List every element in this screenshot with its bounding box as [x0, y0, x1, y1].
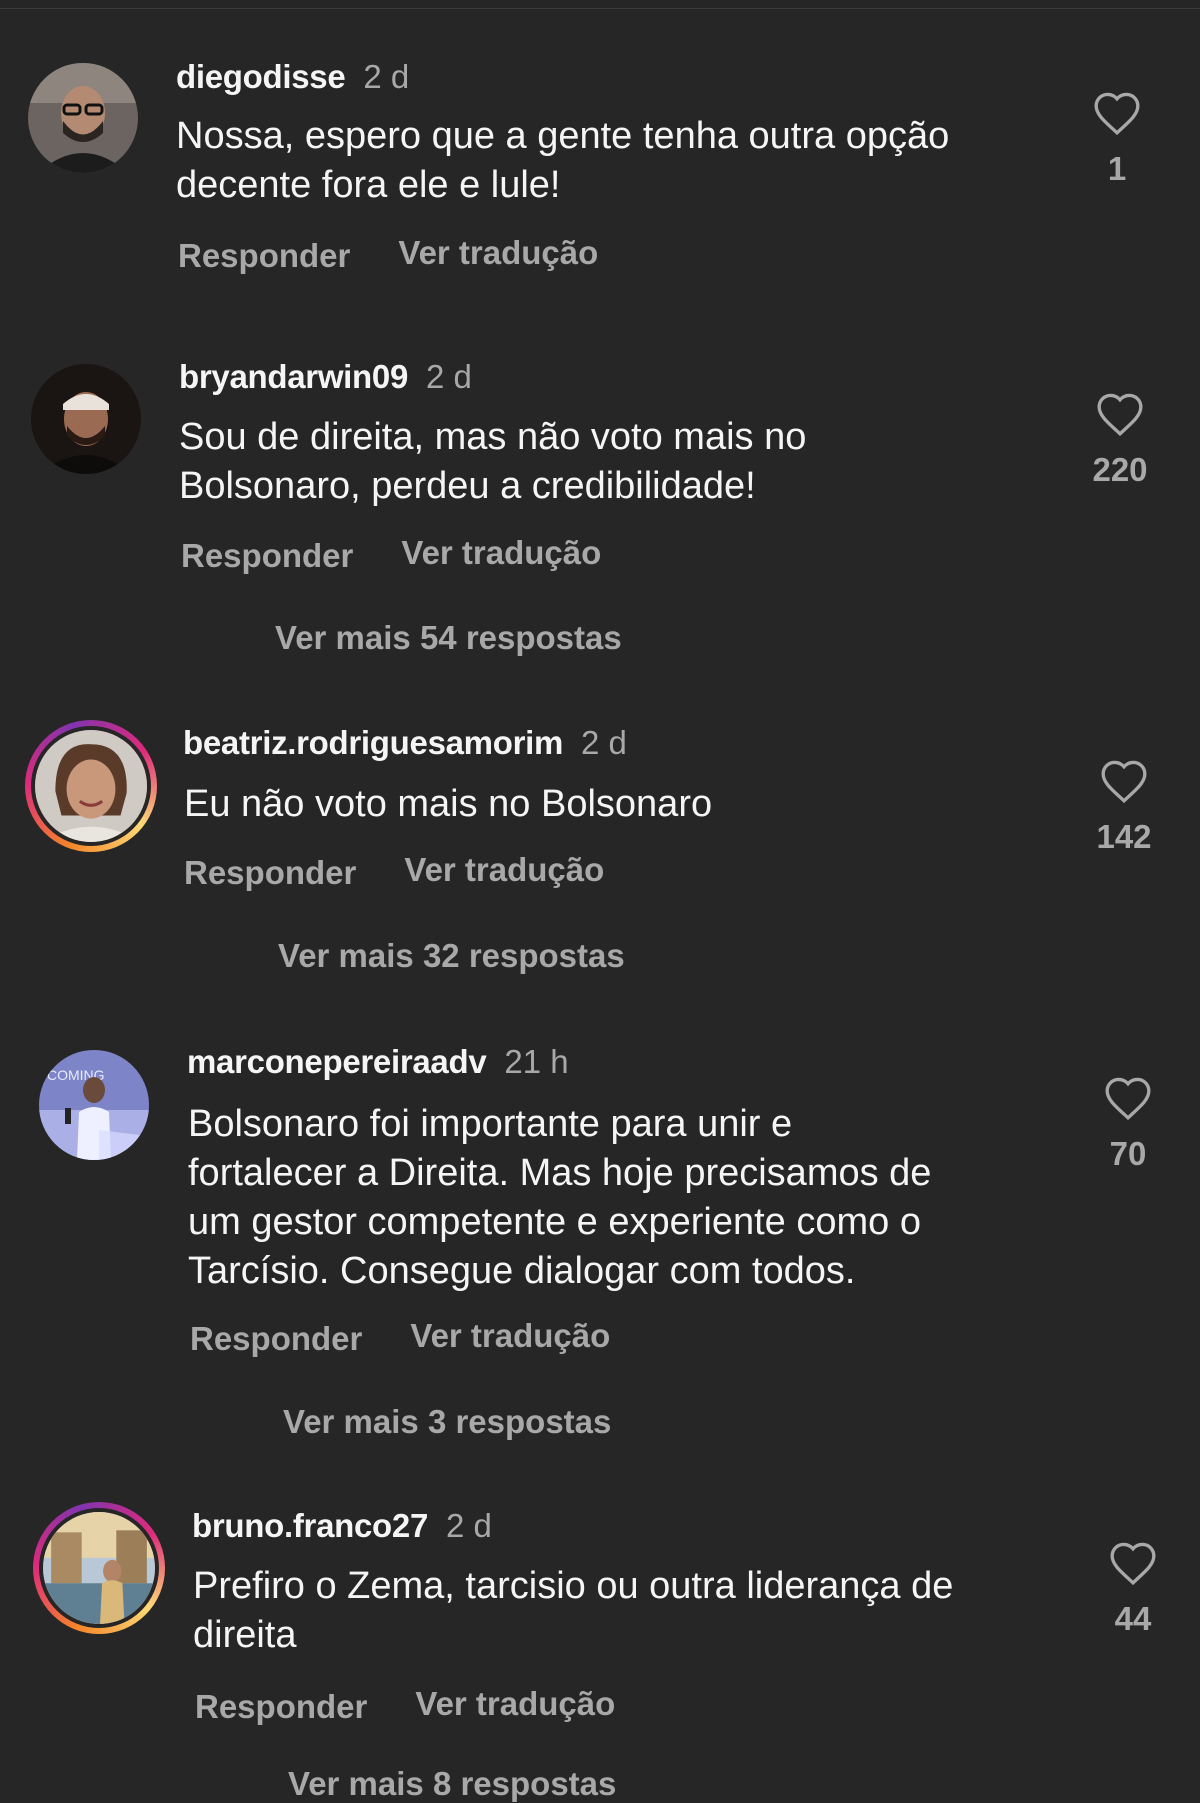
avatar-photo: COMING: [39, 1050, 149, 1160]
comment-username[interactable]: diegodisse: [176, 58, 346, 95]
translate-button[interactable]: Ver tradução: [404, 851, 604, 889]
avatar[interactable]: [31, 364, 141, 474]
comment-time: 2 d: [581, 724, 627, 761]
heart-icon[interactable]: [1095, 391, 1145, 437]
comment-text: Eu não voto mais no Bolsonaro: [184, 783, 713, 825]
reply-button[interactable]: Responder: [190, 1320, 362, 1358]
like-count: 142: [1096, 818, 1152, 855]
heart-icon[interactable]: [1092, 90, 1142, 136]
like-count: 1: [1107, 150, 1127, 187]
like-count: 70: [1109, 1135, 1147, 1172]
comment-username[interactable]: bruno.franco27: [192, 1507, 428, 1544]
avatar-photo: [31, 364, 141, 474]
view-more-replies[interactable]: Ver mais 54 respostas: [275, 619, 622, 657]
comment-text: Sou de direita, mas não voto mais no Bol…: [179, 416, 807, 507]
comment-time: 21 h: [504, 1043, 569, 1080]
translate-button[interactable]: Ver tradução: [401, 534, 601, 572]
reply-button[interactable]: Responder: [181, 537, 353, 575]
comment-username[interactable]: bryandarwin09: [179, 358, 408, 395]
view-more-replies[interactable]: Ver mais 3 respostas: [283, 1403, 611, 1441]
heart-icon[interactable]: [1103, 1075, 1153, 1121]
like-count: 44: [1114, 1600, 1152, 1637]
translate-button[interactable]: Ver tradução: [415, 1685, 615, 1723]
comment-username[interactable]: marconepereiraadv: [187, 1043, 487, 1080]
avatar-photo: [43, 1512, 155, 1624]
view-more-replies[interactable]: Ver mais 8 respostas: [288, 1765, 616, 1803]
comment-time: 2 d: [426, 358, 472, 395]
avatar[interactable]: [28, 63, 138, 173]
translate-button[interactable]: Ver tradução: [410, 1317, 610, 1355]
view-more-replies[interactable]: Ver mais 32 respostas: [278, 937, 625, 975]
heart-icon[interactable]: [1099, 758, 1149, 804]
comment-time: 2 d: [446, 1507, 492, 1544]
comment-text: Prefiro o Zema, tarcisio ou outra lidera…: [193, 1565, 954, 1656]
comment-time: 2 d: [363, 58, 410, 95]
translate-button[interactable]: Ver tradução: [398, 234, 598, 272]
comment-text: Bolsonaro foi importante para unir e for…: [188, 1103, 932, 1292]
avatar-photo: [35, 730, 147, 842]
reply-button[interactable]: Responder: [184, 854, 356, 892]
top-divider: [0, 8, 1200, 9]
heart-icon[interactable]: [1108, 1540, 1158, 1586]
avatar[interactable]: [33, 1502, 165, 1634]
like-count: 220: [1092, 451, 1148, 488]
comment-username[interactable]: beatriz.rodriguesamorim: [183, 724, 563, 761]
reply-button[interactable]: Responder: [178, 237, 350, 275]
avatar-photo: [28, 63, 138, 173]
avatar[interactable]: [25, 720, 157, 852]
avatar[interactable]: COMING: [39, 1050, 149, 1160]
comment-text: Nossa, espero que a gente tenha outra op…: [176, 115, 950, 206]
reply-button[interactable]: Responder: [195, 1688, 367, 1726]
